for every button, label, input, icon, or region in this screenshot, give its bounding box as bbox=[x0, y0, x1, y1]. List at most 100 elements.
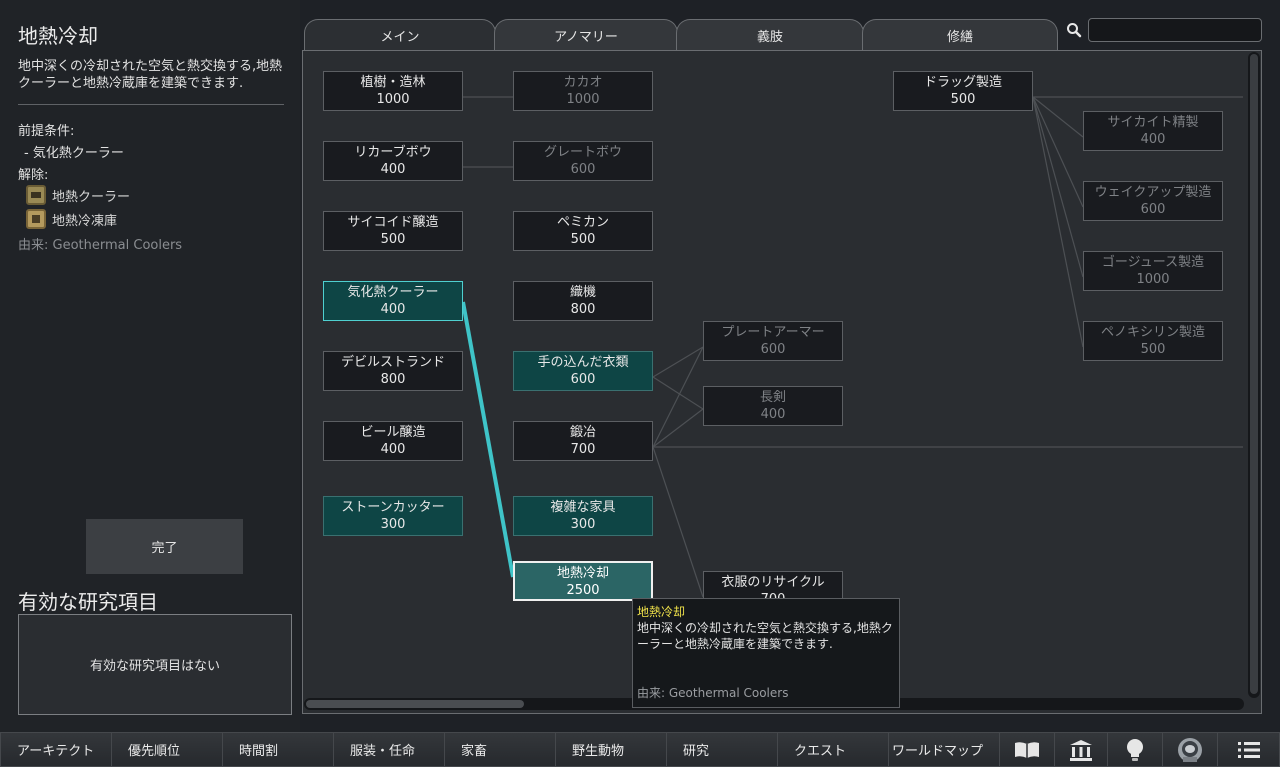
node-cost: 400 bbox=[760, 407, 786, 422]
scrollbar-thumb[interactable] bbox=[1250, 54, 1258, 694]
node-name: 植樹・造林 bbox=[360, 75, 426, 90]
node-cost: 800 bbox=[380, 372, 406, 387]
research-node[interactable]: ゴージュース製造 1000 bbox=[1083, 251, 1223, 291]
node-name: ドラッグ製造 bbox=[923, 75, 1002, 90]
menu-icon bbox=[1237, 741, 1260, 758]
tooltip-body: 地中深くの冷却された空気と熱交換する,地熱クーラーと地熱冷蔵庫を建築できます. bbox=[637, 621, 893, 651]
node-name: グレートボウ bbox=[543, 145, 622, 160]
research-node[interactable]: ストーンカッター 300 bbox=[323, 496, 463, 536]
research-node[interactable]: サイカイト精製 400 bbox=[1083, 111, 1223, 151]
node-name: リカーブボウ bbox=[354, 145, 432, 160]
research-node[interactable]: グレートボウ 600 bbox=[513, 141, 653, 181]
wildlife-button[interactable]: 野生動物 bbox=[555, 732, 667, 767]
unlock-item-freezer[interactable]: 地熱冷凍庫 bbox=[26, 208, 117, 230]
node-cost: 700 bbox=[570, 442, 596, 457]
node-cost: 600 bbox=[570, 372, 596, 387]
active-research-box: 有効な研究項目はない bbox=[18, 614, 292, 715]
active-research-title: 有効な研究項目 bbox=[18, 590, 158, 614]
research-node[interactable]: ビール醸造 400 bbox=[323, 421, 463, 461]
node-name: ウェイクアップ製造 bbox=[1094, 185, 1212, 200]
factions-button[interactable] bbox=[1162, 732, 1218, 767]
museum-icon bbox=[1070, 739, 1092, 761]
research-node[interactable]: ウェイクアップ製造 600 bbox=[1083, 181, 1223, 221]
node-name: ビール醸造 bbox=[360, 425, 426, 440]
research-node[interactable]: 植樹・造林 1000 bbox=[323, 71, 463, 111]
research-button[interactable]: 研究 bbox=[666, 732, 778, 767]
search-icon bbox=[1067, 23, 1082, 38]
tab-repair[interactable]: 修繕 bbox=[862, 19, 1058, 51]
vertical-scrollbar[interactable] bbox=[1248, 52, 1260, 698]
mod-source: 由来: Geothermal Coolers bbox=[18, 238, 183, 253]
unlock-label: 地熱クーラー bbox=[52, 189, 131, 205]
world-map-button[interactable]: ワールドマップ bbox=[888, 732, 1000, 767]
learning-button[interactable] bbox=[999, 732, 1055, 767]
node-cost: 600 bbox=[760, 342, 786, 357]
research-node[interactable]: 長剣 400 bbox=[703, 386, 843, 426]
architect-button[interactable]: アーキテクト bbox=[0, 732, 112, 767]
research-node[interactable]: 織機 800 bbox=[513, 281, 653, 321]
node-name: プレートアーマー bbox=[721, 325, 825, 340]
research-node[interactable]: プレートアーマー 600 bbox=[703, 321, 843, 361]
research-node[interactable]: ペノキシリン製造 500 bbox=[1083, 321, 1223, 361]
divider bbox=[18, 104, 284, 105]
ideology-button[interactable] bbox=[1054, 732, 1108, 767]
scrollbar-thumb[interactable] bbox=[306, 700, 524, 708]
node-name: ストーンカッター bbox=[341, 500, 445, 515]
tab-main[interactable]: メイン bbox=[304, 19, 496, 51]
research-info-panel: 地熱冷却 地中深くの冷却された空気と熱交換する,地熱クーラーと地熱冷蔵庫を建築で… bbox=[0, 0, 300, 732]
prerequisites-label: 前提条件: bbox=[18, 124, 75, 139]
node-cost: 300 bbox=[380, 517, 406, 532]
research-node[interactable]: カカオ 1000 bbox=[513, 71, 653, 111]
research-node[interactable]: リカーブボウ 400 bbox=[323, 141, 463, 181]
unlock-item-cooler[interactable]: 地熱クーラー bbox=[26, 184, 130, 206]
astronaut-icon bbox=[1178, 737, 1202, 762]
node-cost: 500 bbox=[950, 92, 976, 107]
node-cost: 300 bbox=[570, 517, 596, 532]
menu-button[interactable] bbox=[1217, 732, 1280, 767]
node-name: サイカイト精製 bbox=[1107, 115, 1199, 130]
node-name: デビルストランド bbox=[340, 355, 445, 370]
quests-button[interactable]: クエスト bbox=[777, 732, 889, 767]
schedule-button[interactable]: 時間割 bbox=[222, 732, 334, 767]
node-cost: 1000 bbox=[376, 92, 410, 107]
search-input[interactable] bbox=[1088, 18, 1262, 42]
book-icon bbox=[1015, 741, 1039, 758]
assign-button[interactable]: 服装・任命 bbox=[333, 732, 445, 767]
research-node[interactable]: ドラッグ製造 500 bbox=[893, 71, 1033, 111]
tooltip-source: 由来: Geothermal Coolers bbox=[637, 686, 789, 700]
node-name: 衣服のリサイクル bbox=[721, 575, 825, 590]
research-node[interactable]: ペミカン 500 bbox=[513, 211, 653, 251]
node-cost: 1000 bbox=[1136, 272, 1170, 287]
node-cost: 2500 bbox=[566, 583, 600, 598]
tab-prosthetics[interactable]: 義肢 bbox=[676, 19, 864, 51]
node-name: 長剣 bbox=[759, 390, 786, 405]
node-cost: 600 bbox=[1140, 202, 1166, 217]
research-tooltip: 地熱冷却 地中深くの冷却された空気と熱交換する,地熱クーラーと地熱冷蔵庫を建築で… bbox=[632, 598, 900, 708]
research-node[interactable]: 気化熱クーラー 400 bbox=[323, 281, 463, 321]
node-cost: 500 bbox=[570, 232, 596, 247]
research-node[interactable]: サイコイド醸造 500 bbox=[323, 211, 463, 251]
node-cost: 400 bbox=[380, 162, 406, 177]
node-cost: 400 bbox=[380, 302, 406, 317]
project-description: 地中深くの冷却された空気と熱交換する,地熱クーラーと地熱冷蔵庫を建築できます. bbox=[18, 59, 283, 91]
ideas-button[interactable] bbox=[1107, 732, 1163, 767]
lightbulb-icon bbox=[1127, 738, 1143, 761]
research-node[interactable]: デビルストランド 800 bbox=[323, 351, 463, 391]
node-name: サイコイド醸造 bbox=[347, 215, 439, 230]
node-cost: 500 bbox=[1140, 342, 1166, 357]
node-name: ペミカン bbox=[556, 215, 609, 230]
animals-button[interactable]: 家畜 bbox=[444, 732, 556, 767]
research-node[interactable]: 手の込んだ衣類 600 bbox=[513, 351, 653, 391]
done-button[interactable]: 完了 bbox=[86, 519, 243, 574]
research-node[interactable]: 鍛冶 700 bbox=[513, 421, 653, 461]
node-name: ペノキシリン製造 bbox=[1100, 325, 1205, 340]
node-name: 織機 bbox=[569, 285, 596, 300]
project-title: 地熱冷却 bbox=[18, 24, 98, 48]
node-name: 複雑な家具 bbox=[550, 500, 616, 515]
priorities-button[interactable]: 優先順位 bbox=[111, 732, 223, 767]
research-node-selected[interactable]: 地熱冷却 2500 bbox=[513, 561, 653, 601]
unlocks-label: 解除: bbox=[18, 168, 49, 183]
active-research-empty: 有効な研究項目はない bbox=[89, 659, 220, 674]
research-node[interactable]: 複雑な家具 300 bbox=[513, 496, 653, 536]
tab-anomaly[interactable]: アノマリー bbox=[494, 19, 678, 51]
